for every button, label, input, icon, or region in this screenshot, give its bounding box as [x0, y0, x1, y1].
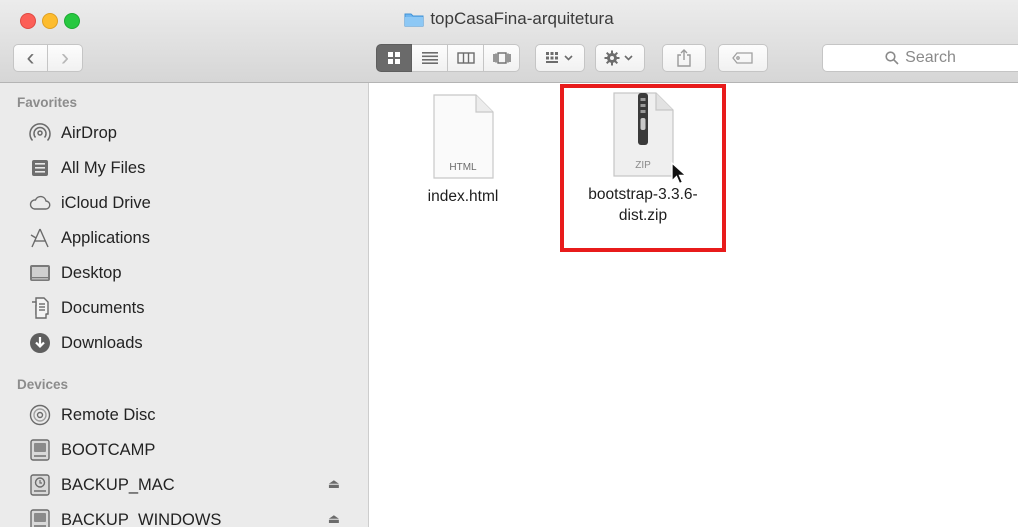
drive-icon	[28, 438, 52, 462]
coverflow-view-icon	[492, 52, 511, 64]
all-files-icon	[28, 156, 52, 180]
html-file-icon: HTML	[433, 94, 494, 179]
sidebar-item-label: BACKUP_MAC	[61, 475, 175, 494]
sidebar-item-label: BOOTCAMP	[61, 440, 156, 459]
search-icon	[885, 51, 899, 65]
sidebar-item-label: Documents	[61, 298, 145, 317]
file-item-index-html[interactable]: HTML index.html	[403, 94, 523, 207]
icon-view-icon	[388, 52, 400, 64]
sidebar-item-all-my-files[interactable]: All My Files	[28, 153, 358, 183]
sidebar-item-label: Applications	[61, 228, 150, 247]
eject-icon[interactable]: ⏏	[328, 476, 340, 492]
tags-button[interactable]	[718, 44, 768, 72]
sidebar-item-backup-mac[interactable]: BACKUP_MAC ⏏	[28, 470, 358, 500]
file-badge: HTML	[449, 162, 477, 173]
folder-icon	[404, 11, 424, 32]
search-placeholder: Search	[905, 49, 956, 66]
sidebar-item-bootcamp[interactable]: BOOTCAMP	[28, 435, 358, 465]
arrange-button[interactable]	[535, 44, 585, 72]
file-name: index.html	[427, 188, 499, 205]
coverflow-view-button[interactable]	[484, 44, 520, 72]
chevron-right-icon: ›	[61, 44, 69, 71]
sidebar-item-label: AirDrop	[61, 123, 117, 142]
disc-icon	[28, 403, 52, 427]
column-view-button[interactable]	[448, 44, 484, 72]
share-button[interactable]	[662, 44, 706, 72]
forward-button[interactable]: ›	[48, 44, 83, 72]
sidebar-item-label: Downloads	[61, 333, 143, 352]
favorites-header: Favorites	[17, 95, 78, 110]
sidebar-item-label: Desktop	[61, 263, 122, 282]
sidebar-item-label: BACKUP_WINDOWS	[61, 510, 222, 527]
documents-icon	[28, 296, 52, 320]
arrange-menu-icon	[546, 52, 573, 63]
view-mode-segment	[376, 44, 520, 72]
back-button[interactable]: ‹	[13, 44, 48, 72]
sidebar-item-backup-windows[interactable]: BACKUP_WINDOWS ⏏	[28, 505, 358, 527]
list-view-icon	[421, 52, 438, 64]
toolbar: topCasaFina-arquitetura ‹ › Search	[0, 0, 1018, 83]
sidebar-item-remote-disc[interactable]: Remote Disc	[28, 400, 358, 430]
sidebar-item-documents[interactable]: Documents	[28, 293, 358, 323]
eject-icon[interactable]: ⏏	[328, 511, 340, 527]
tag-icon	[732, 52, 753, 64]
backup-drive-icon	[28, 473, 52, 497]
action-button[interactable]	[595, 44, 645, 72]
cloud-icon	[28, 191, 52, 215]
sidebar-item-downloads[interactable]: Downloads	[28, 328, 358, 358]
search-field[interactable]: Search	[822, 44, 1018, 72]
downloads-icon	[28, 331, 52, 355]
sidebar-item-label: Remote Disc	[61, 405, 156, 424]
icon-view-button[interactable]	[376, 44, 412, 72]
sidebar-item-icloud-drive[interactable]: iCloud Drive	[28, 188, 358, 218]
mouse-cursor-icon	[671, 162, 687, 185]
column-view-icon	[456, 52, 475, 64]
sidebar: Favorites AirDrop All My Files iCloud Dr…	[0, 83, 369, 527]
gear-icon	[604, 50, 633, 66]
airdrop-icon	[28, 121, 52, 145]
list-view-button[interactable]	[412, 44, 448, 72]
window-title: topCasaFina-arquitetura	[0, 9, 1018, 32]
nav-buttons: ‹ ›	[13, 44, 83, 72]
finder-window: topCasaFina-arquitetura ‹ › Search Favor…	[0, 0, 1018, 527]
window-title-text: topCasaFina-arquitetura	[430, 9, 614, 28]
chevron-left-icon: ‹	[26, 44, 35, 71]
drive-icon	[28, 508, 52, 527]
desktop-icon	[28, 261, 52, 285]
sidebar-item-label: All My Files	[61, 158, 146, 177]
highlight-box	[560, 84, 726, 252]
sidebar-item-airdrop[interactable]: AirDrop	[28, 118, 358, 148]
applications-icon	[28, 226, 52, 250]
devices-header: Devices	[17, 377, 69, 392]
sidebar-item-label: iCloud Drive	[61, 193, 151, 212]
sidebar-item-applications[interactable]: Applications	[28, 223, 358, 253]
sidebar-item-desktop[interactable]: Desktop	[28, 258, 358, 288]
share-icon	[677, 49, 691, 67]
